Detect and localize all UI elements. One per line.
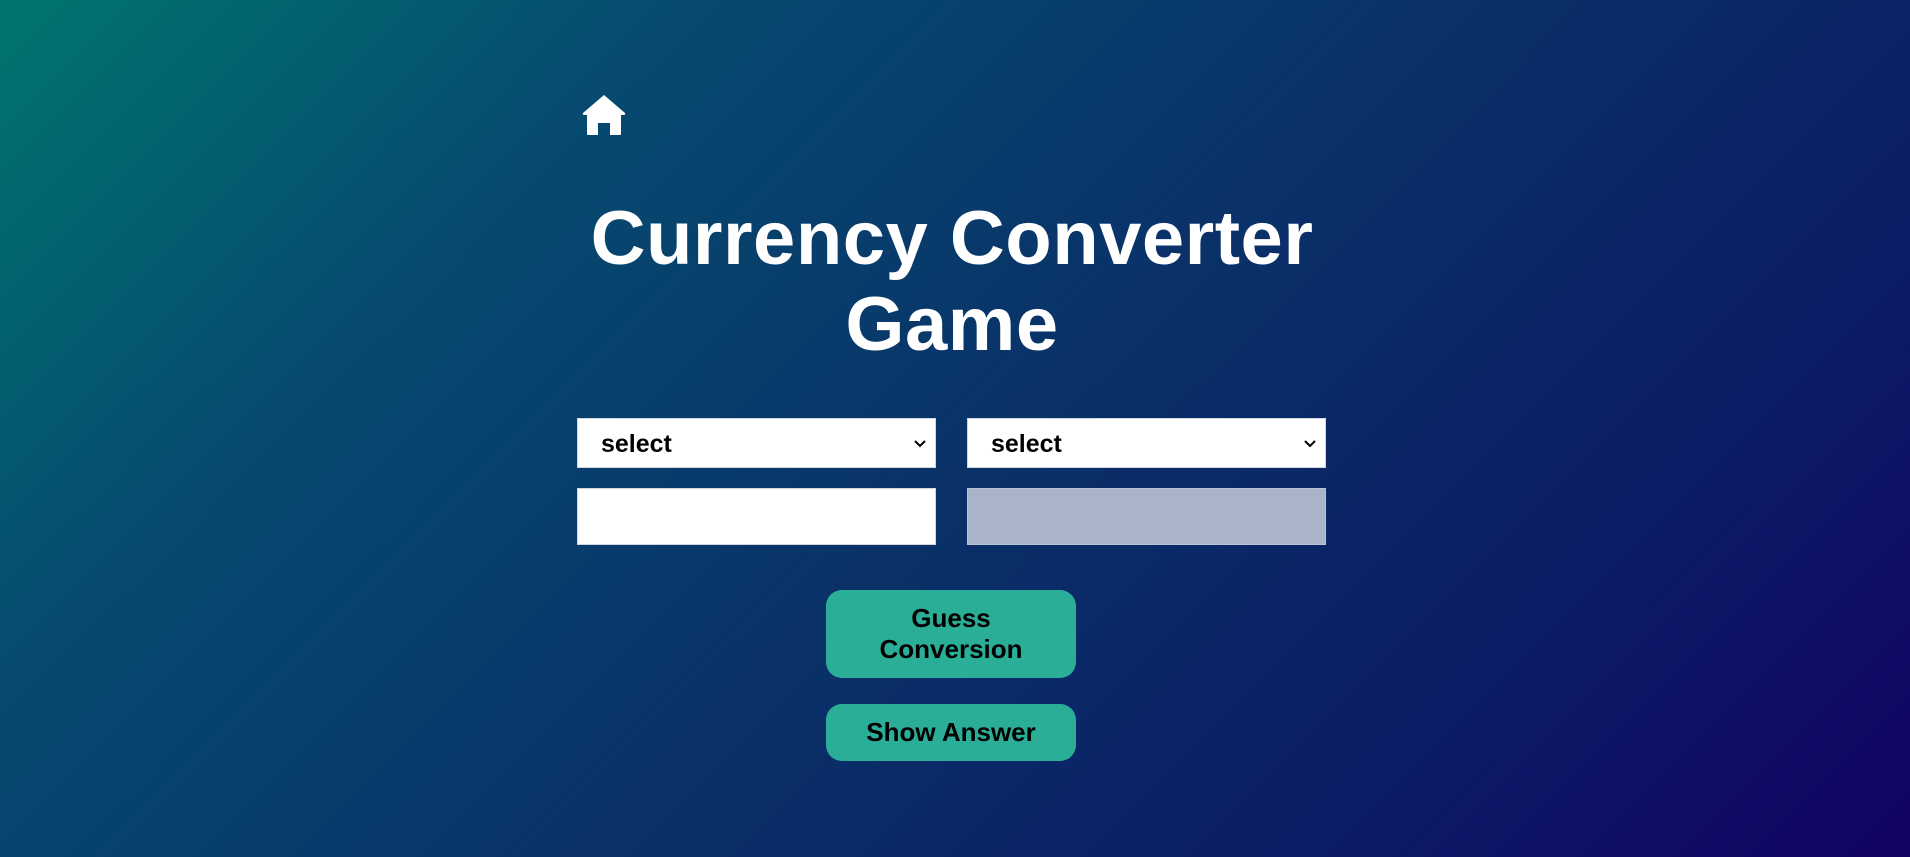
- chevron-down-icon: [1303, 438, 1317, 450]
- page-title-line1: Currency Converter: [590, 196, 1314, 281]
- to-currency-selected: select: [991, 430, 1062, 458]
- amount-input[interactable]: [577, 488, 936, 545]
- from-currency-select[interactable]: select: [577, 418, 936, 468]
- from-currency-selected: select: [601, 430, 672, 458]
- to-currency-select[interactable]: select: [967, 418, 1326, 468]
- chevron-down-icon: [913, 438, 927, 450]
- show-answer-button[interactable]: Show Answer: [826, 704, 1076, 761]
- home-icon: [581, 94, 627, 136]
- home-link[interactable]: [581, 94, 627, 136]
- converted-amount-field: [967, 488, 1326, 545]
- guess-conversion-button[interactable]: Guess Conversion: [826, 590, 1076, 678]
- page-title: Currency Converter Game: [0, 196, 1904, 368]
- page-title-line2: Game: [845, 282, 1059, 367]
